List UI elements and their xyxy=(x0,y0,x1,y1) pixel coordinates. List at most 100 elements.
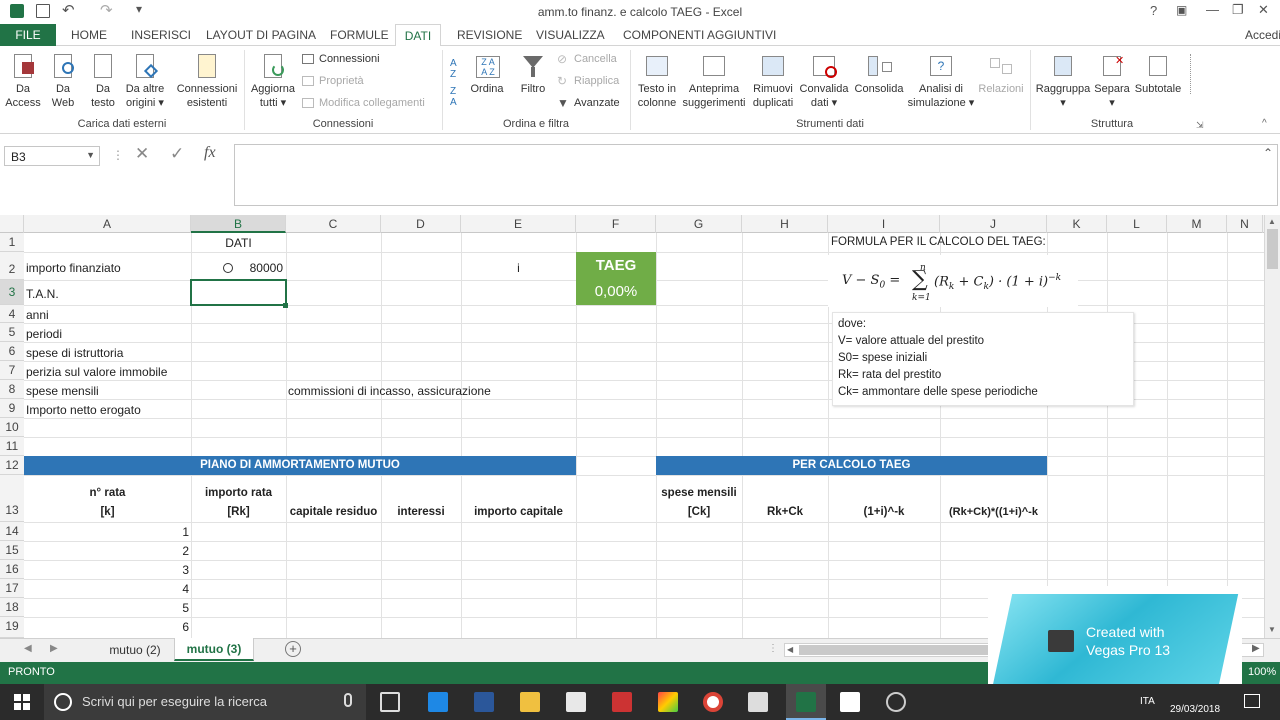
media-app-icon[interactable] xyxy=(886,692,906,712)
notification-center-icon[interactable] xyxy=(1244,694,1260,708)
remove-duplicates-button[interactable]: Rimuovi duplicati xyxy=(750,52,796,110)
restore-button[interactable]: ❐ xyxy=(1232,2,1244,18)
col-header-interessi[interactable]: interessi xyxy=(381,506,461,518)
col-header-capitale-residuo[interactable]: capitale residuo xyxy=(286,506,381,518)
from-other-sources-button[interactable]: Da altre origini ▾ xyxy=(122,52,168,110)
cell-a2[interactable]: importo finanziato xyxy=(26,261,121,275)
row-header[interactable]: 11 xyxy=(0,437,24,456)
tab-review[interactable]: REVISIONE xyxy=(457,24,522,46)
edit-links-button[interactable]: Modifica collegamenti xyxy=(319,97,425,109)
column-header-j[interactable]: J xyxy=(940,215,1047,233)
column-header-l[interactable]: L xyxy=(1107,215,1167,233)
prev-sheet-icon[interactable]: ◀ xyxy=(24,643,32,654)
col-header-ck[interactable]: [Ck] xyxy=(656,506,742,518)
cell-a6[interactable]: spese di istruttoria xyxy=(26,346,123,360)
row-header[interactable]: 8 xyxy=(0,380,24,399)
row-header[interactable]: 17 xyxy=(0,579,24,598)
sheet-tab-mutuo-2[interactable]: mutuo (2) xyxy=(96,639,174,661)
collapse-formula-bar-icon[interactable]: ⌃ xyxy=(1263,146,1273,160)
task-view-icon[interactable] xyxy=(380,692,400,712)
row-header[interactable]: 19 xyxy=(0,617,24,638)
column-header-k[interactable]: K xyxy=(1047,215,1107,233)
sort-az-icon[interactable]: AZ xyxy=(450,58,457,80)
tab-home[interactable]: HOME xyxy=(71,24,107,46)
col-header-discounted[interactable]: (Rk+Ck)*((1+i)^-k xyxy=(940,506,1047,518)
properties-button[interactable]: Proprietà xyxy=(319,75,364,87)
h-scroll-thumb[interactable] xyxy=(799,645,999,655)
from-web-button[interactable]: Da Web xyxy=(44,52,82,110)
microphone-icon[interactable] xyxy=(344,693,352,707)
data-validation-button[interactable]: Convalida dati ▾ xyxy=(798,52,850,110)
ungroup-button[interactable]: ✕ Separa ▾ xyxy=(1092,52,1132,110)
col-header-importo-rata[interactable]: importo rata xyxy=(191,487,286,499)
row-header[interactable]: 3 xyxy=(0,280,24,305)
row-header[interactable]: 6 xyxy=(0,342,24,361)
cell-a19[interactable]: 6 xyxy=(24,620,189,634)
column-header-c[interactable]: C xyxy=(286,215,381,233)
scroll-right-icon[interactable]: ▶ xyxy=(1252,643,1260,654)
col-header-rk-ck[interactable]: Rk+Ck xyxy=(742,506,828,518)
taskbar-date[interactable]: 29/03/2018 xyxy=(1170,704,1220,715)
row-header[interactable]: 16 xyxy=(0,560,24,579)
relationships-button[interactable]: Relazioni xyxy=(976,52,1026,96)
account-sign-in[interactable]: Accedi xyxy=(1245,24,1280,46)
next-sheet-icon[interactable]: ▶ xyxy=(50,643,58,654)
tab-insert[interactable]: INSERISCI xyxy=(131,24,191,46)
sheet-tabs-splitter-icon[interactable]: ⋮ xyxy=(768,643,778,654)
taeg-value[interactable]: 0,00% xyxy=(576,283,656,300)
selected-cell-b3[interactable] xyxy=(190,279,287,306)
amortization-table-header[interactable]: PIANO DI AMMORTAMENTO MUTUO xyxy=(24,456,576,475)
column-header-f[interactable]: F xyxy=(576,215,656,233)
store-icon[interactable] xyxy=(566,692,586,712)
zoom-level[interactable]: 100% xyxy=(1248,666,1276,678)
row-header[interactable]: 7 xyxy=(0,361,24,380)
row-header[interactable]: 9 xyxy=(0,399,24,418)
column-header-a[interactable]: A xyxy=(24,215,191,233)
tab-view[interactable]: VISUALIZZA xyxy=(536,24,605,46)
tab-file[interactable]: FILE xyxy=(0,24,56,46)
photos-icon[interactable] xyxy=(658,692,678,712)
cell-a16[interactable]: 3 xyxy=(24,563,189,577)
row-header[interactable]: 10 xyxy=(0,418,24,437)
column-header-g[interactable]: G xyxy=(656,215,742,233)
edge-icon[interactable] xyxy=(428,692,448,712)
name-box[interactable]: B3 ▼ xyxy=(4,146,100,166)
text-to-columns-button[interactable]: Testo in colonne xyxy=(634,52,680,110)
reapply-button[interactable]: Riapplica xyxy=(574,75,619,87)
refresh-all-button[interactable]: Aggiorna tutti ▾ xyxy=(248,52,298,110)
cell-a14[interactable]: 1 xyxy=(24,525,189,539)
subtotal-button[interactable]: Subtotale xyxy=(1132,52,1184,96)
cell-a8[interactable]: spese mensili xyxy=(26,384,99,398)
what-if-analysis-button[interactable]: ? Analisi di simulazione ▾ xyxy=(906,52,976,110)
column-header-b[interactable]: B xyxy=(191,215,286,233)
select-all-corner[interactable] xyxy=(0,215,24,233)
row-header[interactable]: 12 xyxy=(0,456,24,475)
column-header-d[interactable]: D xyxy=(381,215,461,233)
flash-fill-button[interactable]: Anteprima suggerimenti xyxy=(680,52,748,110)
fill-handle[interactable] xyxy=(283,303,288,308)
cell-a4[interactable]: anni xyxy=(26,308,49,322)
cancel-entry-icon[interactable]: ✕ xyxy=(135,144,149,164)
formula-input[interactable]: ⌃ xyxy=(234,144,1278,206)
column-header-h[interactable]: H xyxy=(742,215,828,233)
scroll-left-icon[interactable]: ◀ xyxy=(787,645,793,654)
mail-icon[interactable] xyxy=(748,692,768,712)
tab-data[interactable]: DATI xyxy=(395,24,441,47)
row-header[interactable]: 2 xyxy=(0,252,24,280)
col-header-spese-mensili[interactable]: spese mensili xyxy=(656,487,742,499)
worksheet-grid[interactable]: 1 2 3 4 5 6 7 8 9 10 11 12 13 14 15 16 1… xyxy=(0,233,1264,638)
cell-a3[interactable]: T.A.N. xyxy=(26,287,59,301)
col-header-rk[interactable]: [Rk] xyxy=(191,506,286,518)
cell-a17[interactable]: 4 xyxy=(24,582,189,596)
cell-a9[interactable]: Importo netto erogato xyxy=(26,403,141,417)
col-header-importo-capitale[interactable]: importo capitale xyxy=(461,506,576,518)
tab-page-layout[interactable]: LAYOUT DI PAGINA xyxy=(206,24,316,46)
sort-button[interactable]: Z AA Z Ordina xyxy=(468,52,506,96)
column-header-i[interactable]: I xyxy=(828,215,940,233)
name-box-dropdown-icon[interactable]: ▼ xyxy=(86,150,95,160)
existing-connections-button[interactable]: Connessioni esistenti xyxy=(174,52,240,110)
group-button[interactable]: Raggruppa ▾ xyxy=(1034,52,1092,110)
row-header[interactable]: 5 xyxy=(0,323,24,342)
outline-dialog-launcher-icon[interactable]: ⇲ xyxy=(1196,120,1204,131)
scroll-up-icon[interactable]: ▲ xyxy=(1268,217,1276,226)
